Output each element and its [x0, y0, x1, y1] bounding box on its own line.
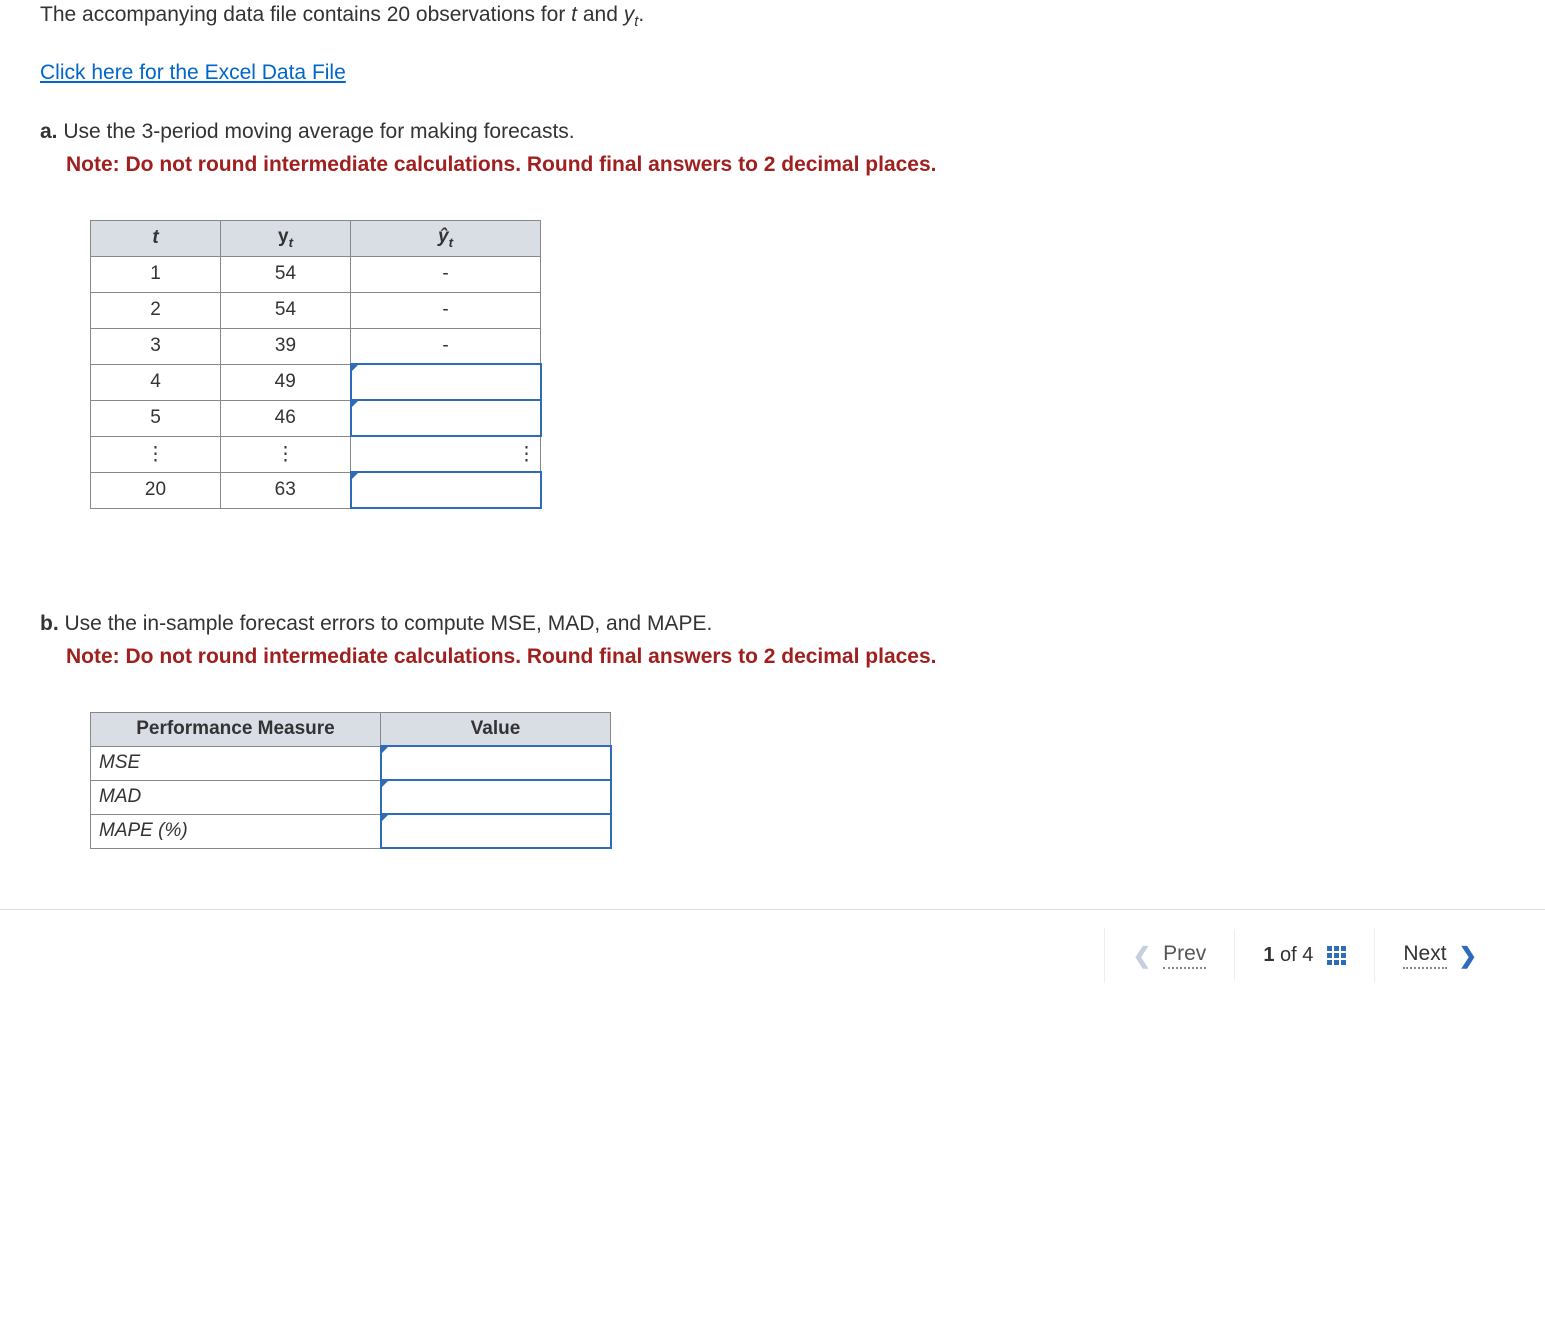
chevron-left-icon: ❮ — [1133, 943, 1151, 969]
table-row: ⋮ ⋮ ⋮ — [91, 436, 541, 472]
part-b-section: b. Use the in-sample forecast errors to … — [40, 609, 1505, 849]
table-row: 2 54 - — [91, 292, 541, 328]
col-header-t: t — [91, 220, 221, 256]
perf-value-input[interactable] — [381, 814, 611, 848]
cell-t: 3 — [91, 328, 221, 364]
perf-label: MAD — [91, 780, 381, 814]
perf-value-input[interactable] — [381, 780, 611, 814]
table-row: 4 49 — [91, 364, 541, 400]
cell-yt: 39 — [221, 328, 351, 364]
table-row: 1 54 - — [91, 256, 541, 292]
cell-t: 20 — [91, 472, 221, 508]
perf-value-input[interactable] — [381, 746, 611, 780]
grid-icon[interactable] — [1327, 946, 1346, 965]
cell-yt: ⋮ — [221, 436, 351, 472]
chevron-right-icon: ❯ — [1459, 943, 1477, 969]
part-b-note: Note: Do not round intermediate calculat… — [40, 642, 1505, 671]
col-header-yt: yt — [221, 220, 351, 256]
table-row: 5 46 — [91, 400, 541, 436]
col-header-measure: Performance Measure — [91, 712, 381, 746]
cell-t: 1 — [91, 256, 221, 292]
cell-yt: 49 — [221, 364, 351, 400]
table-row: MAPE (%) — [91, 814, 611, 848]
page-indicator: 1 of 4 — [1234, 930, 1374, 981]
pagination-nav: ❮ Prev 1 of 4 Next ❯ — [0, 909, 1545, 1001]
table-row: MAD — [91, 780, 611, 814]
cell-yhat: - — [351, 328, 541, 364]
performance-table: Performance Measure Value MSE MAD MAPE (… — [90, 712, 612, 850]
yhat-input[interactable] — [351, 472, 541, 508]
part-b-prompt: b. Use the in-sample forecast errors to … — [40, 609, 1505, 638]
col-header-value: Value — [381, 712, 611, 746]
yhat-input[interactable] — [351, 400, 541, 436]
excel-data-file-link[interactable]: Click here for the Excel Data File — [40, 61, 346, 85]
input-marker-icon — [381, 814, 389, 822]
input-marker-icon — [351, 364, 359, 372]
cell-yhat: - — [351, 256, 541, 292]
cell-t: ⋮ — [91, 436, 221, 472]
cell-yhat: ⋮ — [351, 436, 541, 472]
perf-label: MSE — [91, 746, 381, 780]
cell-yt: 63 — [221, 472, 351, 508]
cell-yt: 54 — [221, 256, 351, 292]
table-row: 3 39 - — [91, 328, 541, 364]
input-marker-icon — [381, 746, 389, 754]
cell-t: 5 — [91, 400, 221, 436]
input-marker-icon — [351, 472, 359, 480]
table-row: 20 63 — [91, 472, 541, 508]
cell-yt: 46 — [221, 400, 351, 436]
cell-t: 4 — [91, 364, 221, 400]
part-a-section: a. Use the 3-period moving average for m… — [40, 117, 1505, 509]
part-a-prompt: a. Use the 3-period moving average for m… — [40, 117, 1505, 146]
input-marker-icon — [351, 400, 359, 408]
cell-yhat: - — [351, 292, 541, 328]
next-button[interactable]: Next ❯ — [1374, 928, 1505, 983]
intro-text: The accompanying data file contains 20 o… — [40, 0, 1505, 33]
col-header-yhat: ŷt — [351, 220, 541, 256]
cell-yt: 54 — [221, 292, 351, 328]
perf-label: MAPE (%) — [91, 814, 381, 848]
forecast-table: t yt ŷt 1 54 - 2 54 - — [90, 220, 542, 510]
yhat-input[interactable] — [351, 364, 541, 400]
table-row: MSE — [91, 746, 611, 780]
cell-t: 2 — [91, 292, 221, 328]
input-marker-icon — [381, 780, 389, 788]
part-a-note: Note: Do not round intermediate calculat… — [40, 150, 1505, 179]
prev-button[interactable]: ❮ Prev — [1104, 928, 1235, 983]
